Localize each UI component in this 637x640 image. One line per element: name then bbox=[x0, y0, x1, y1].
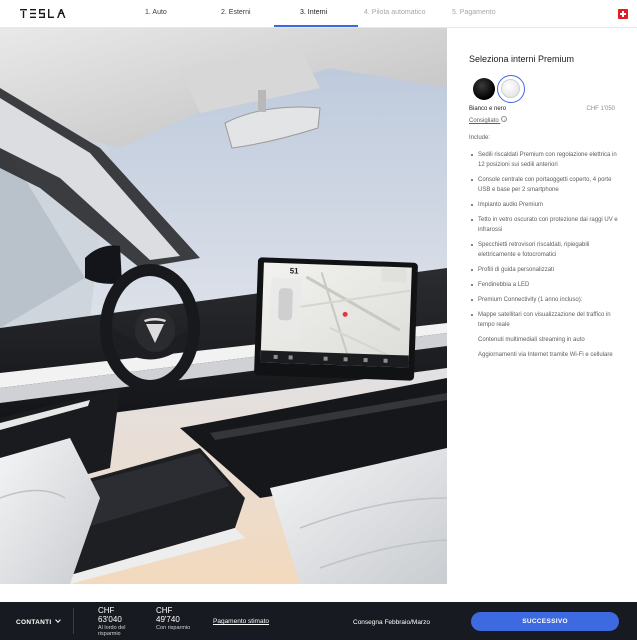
footer-divider bbox=[73, 608, 74, 634]
step-interni[interactable]: 3. Interni bbox=[300, 9, 327, 16]
bullet-icon bbox=[471, 299, 473, 301]
step-pagamento[interactable]: 5. Pagamento bbox=[452, 9, 496, 16]
tesla-logo[interactable] bbox=[20, 9, 68, 19]
interior-illustration: 51 bbox=[0, 28, 447, 584]
screen-speed: 51 bbox=[289, 266, 299, 275]
feature-item: Impianto audio Premium bbox=[469, 200, 619, 210]
price2-note: Con risparmio bbox=[156, 625, 191, 631]
feature-item: Sedili riscaldati Premium con regolazion… bbox=[469, 150, 619, 170]
next-button[interactable]: SUCCESSIVO bbox=[471, 612, 619, 631]
bullet-icon bbox=[471, 179, 473, 181]
includes-label: Include: bbox=[469, 135, 491, 141]
feature-item: Premium Connectivity (1 anno incluso): bbox=[469, 295, 619, 305]
step-auto[interactable]: 1. Auto bbox=[145, 9, 167, 16]
feature-item: Fendinebbia a LED bbox=[469, 280, 619, 290]
payment-type-dropdown[interactable]: CONTANTI bbox=[16, 617, 61, 626]
swatch-all-black[interactable] bbox=[473, 78, 495, 100]
price-after-savings: CHF 49'740 Con risparmio bbox=[156, 606, 190, 631]
price1-amount: 63'040 bbox=[98, 615, 122, 624]
active-step-indicator bbox=[274, 25, 358, 27]
bullet-icon bbox=[471, 244, 473, 246]
step-pilota-automatico[interactable]: 4. Pilota automatico bbox=[364, 9, 425, 16]
price2-currency: CHF bbox=[156, 606, 173, 615]
feature-item: Tetto in vetro oscurato con protezione d… bbox=[469, 215, 619, 235]
bullet-icon bbox=[471, 284, 473, 286]
info-icon[interactable]: i bbox=[501, 116, 508, 122]
feature-subitem: Aggiornamenti via Internet tramite Wi-Fi… bbox=[478, 352, 613, 358]
bullet-icon bbox=[471, 204, 473, 206]
top-navigation: 1. Auto 2. Esterni 3. Interni 4. Pilota … bbox=[0, 0, 637, 28]
recommended-link[interactable]: Consigliato i bbox=[469, 116, 508, 124]
summary-footer-bar: CONTANTI CHF 63'040 Al lordo del risparm… bbox=[0, 602, 637, 640]
price1-note: Al lordo del risparmio bbox=[98, 625, 126, 637]
recommended-label: Consigliato bbox=[469, 118, 499, 124]
feature-item: Profili di guida personalizzati bbox=[469, 265, 619, 275]
price-before-savings: CHF 63'040 Al lordo del risparmio bbox=[98, 606, 138, 637]
bullet-icon bbox=[471, 154, 473, 156]
swatch-black-and-white-fill bbox=[501, 79, 520, 98]
selected-option-price: CHF 1'050 bbox=[586, 106, 616, 112]
feature-list: Sedili riscaldati Premium con regolazion… bbox=[469, 150, 619, 365]
step-esterni[interactable]: 2. Esterni bbox=[221, 9, 251, 16]
switzerland-flag-icon[interactable] bbox=[618, 9, 628, 19]
estimated-payment-link[interactable]: Pagamento stimato bbox=[213, 618, 269, 625]
swatch-black-and-white[interactable] bbox=[497, 75, 525, 103]
price1-currency: CHF bbox=[98, 606, 115, 615]
chevron-down-icon bbox=[54, 617, 61, 623]
feature-item: Specchietti retrovisori riscaldati, ripi… bbox=[469, 240, 619, 260]
feature-item: Console centrale con portaoggetti copert… bbox=[469, 175, 619, 195]
payment-type-label: CONTANTI bbox=[16, 619, 52, 626]
bullet-icon bbox=[471, 269, 473, 271]
interior-options-panel: Seleziona interni Premium Bianco e nero … bbox=[447, 28, 637, 602]
interior-preview-image: 51 bbox=[0, 28, 447, 584]
price2-amount: 49'740 bbox=[156, 615, 180, 624]
feature-subitem: Contenuti multimediali streaming in auto bbox=[478, 337, 585, 343]
panel-title: Seleziona interni Premium bbox=[469, 54, 575, 64]
delivery-estimate: Consegna Febbraio/Marzo bbox=[353, 619, 430, 626]
selected-option-name: Bianco e nero bbox=[469, 106, 507, 112]
feature-subitem: Mappe satellitari con visualizzazione de… bbox=[478, 312, 611, 328]
bullet-icon bbox=[471, 219, 473, 221]
